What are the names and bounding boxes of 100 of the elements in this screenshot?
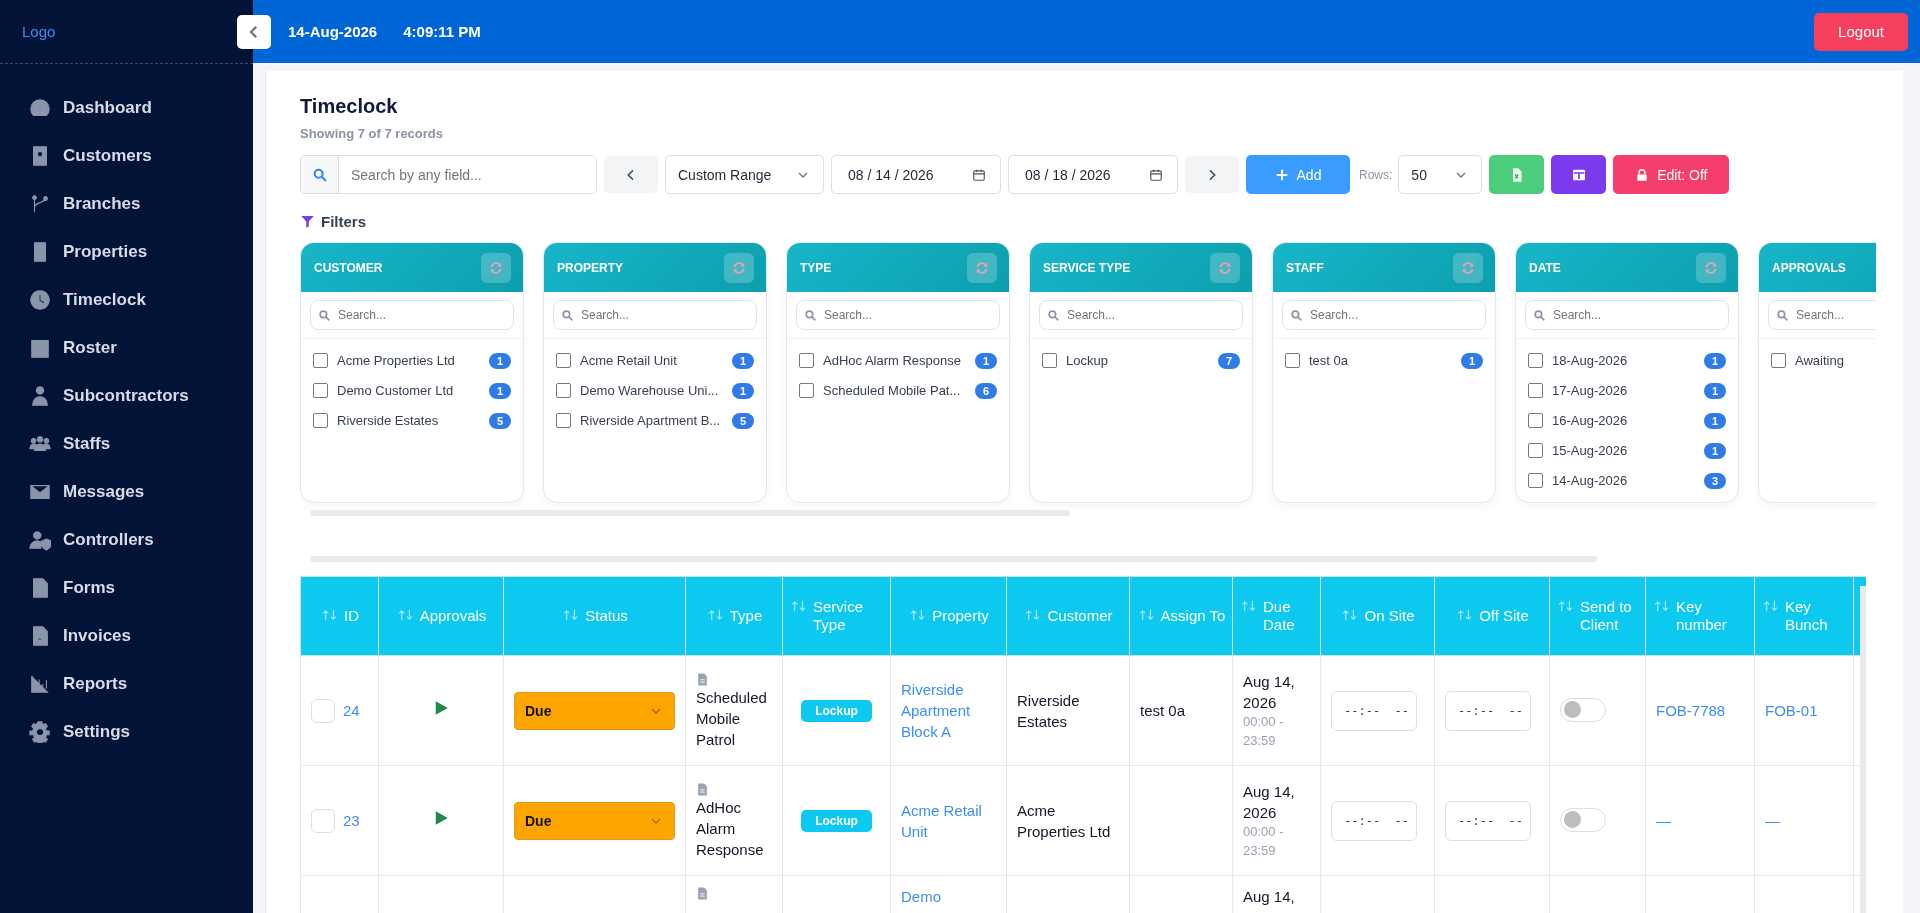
nav-item[interactable]: Timeclock (0, 276, 253, 324)
on-site-time-field[interactable]: --:-- -- (1331, 800, 1417, 841)
nav-item[interactable]: Messages (0, 468, 253, 516)
filter-option[interactable]: 18-Aug-2026 (1552, 353, 1695, 368)
filter-option[interactable]: 15-Aug-2026 (1552, 443, 1695, 458)
filter-search-field[interactable]: Search... (1039, 300, 1243, 330)
calendar-icon (1149, 167, 1163, 182)
filter-option[interactable]: Acme Properties Ltd (337, 353, 480, 368)
checkbox[interactable] (799, 353, 814, 368)
count-badge: 1 (731, 382, 754, 399)
nav-item[interactable]: Customers (0, 132, 253, 180)
filter-option[interactable]: Scheduled Mobile Pat... (823, 383, 966, 398)
checkbox[interactable] (1528, 413, 1543, 428)
refresh-icon (1703, 259, 1719, 276)
filter-option[interactable]: 16-Aug-2026 (1552, 413, 1695, 428)
filter-option[interactable]: Riverside Apartment B... (580, 413, 723, 428)
checkbox[interactable] (1528, 443, 1543, 458)
checkbox[interactable] (313, 413, 328, 428)
end-date-field[interactable]: 08 / 18 / 2026 (1008, 155, 1178, 194)
lock-icon (1635, 167, 1650, 182)
filter-search-field[interactable]: Search... (553, 300, 757, 330)
filter-option[interactable]: Awaiting (1795, 353, 1876, 368)
checkbox[interactable] (313, 383, 328, 398)
service-type-tag: Lockup (801, 699, 872, 723)
edit-toggle-button[interactable]: Edit: Off (1613, 155, 1730, 194)
nav-item[interactable]: Subcontractors (0, 372, 253, 420)
count-badge: 1 (1460, 352, 1483, 369)
status-dropdown[interactable]: Due (514, 801, 675, 840)
filter-search-field[interactable]: Search... (310, 300, 514, 330)
nav-item[interactable]: Forms (0, 564, 253, 612)
filter-option[interactable]: test 0a (1309, 353, 1452, 368)
nav-item[interactable]: Roster (0, 324, 253, 372)
columns-button[interactable] (1551, 155, 1607, 194)
checkbox[interactable] (1528, 383, 1543, 398)
off-site-time-field[interactable]: --:-- -- (1445, 690, 1531, 731)
checkbox[interactable] (1528, 473, 1543, 488)
checkbox[interactable] (313, 353, 328, 368)
nav-item[interactable]: Branches (0, 180, 253, 228)
nav-item[interactable]: Settings (0, 708, 253, 756)
on-site-time-field[interactable]: --:-- -- (1331, 690, 1417, 731)
filter-option[interactable]: Riverside Estates (337, 413, 480, 428)
row-checkbox[interactable] (311, 808, 335, 833)
checkbox[interactable] (1285, 353, 1300, 368)
filter-search-field[interactable]: Search... (1768, 300, 1876, 330)
count-badge: 1 (1703, 442, 1726, 459)
count-badge: 6 (974, 382, 997, 399)
filter-option[interactable]: Lockup (1066, 353, 1209, 368)
rows-dropdown[interactable]: 50 (1398, 155, 1483, 194)
count-badge: 1 (1703, 412, 1726, 429)
refresh-icon (1460, 259, 1476, 276)
toggle-switch[interactable] (1560, 807, 1606, 832)
toggle-switch[interactable] (1560, 697, 1606, 722)
collapse-button[interactable] (237, 14, 271, 49)
filter-search-field[interactable]: Search... (1282, 300, 1486, 330)
filter-option[interactable]: 17-Aug-2026 (1552, 383, 1695, 398)
checkbox[interactable] (556, 413, 571, 428)
filter-option[interactable]: Demo Customer Ltd (337, 383, 480, 398)
range-dropdown[interactable]: Custom Range (665, 155, 824, 194)
start-date-field[interactable]: 08 / 14 / 2026 (831, 155, 1001, 194)
search-icon (1047, 309, 1060, 322)
filter-option[interactable]: Acme Retail Unit (580, 353, 723, 368)
filters-heading: Filters (321, 213, 366, 230)
due-date: Aug 14, 2026 (1243, 782, 1296, 824)
checkbox[interactable] (1528, 353, 1543, 368)
checkbox[interactable] (556, 353, 571, 368)
search-icon (561, 309, 574, 322)
nav-item[interactable]: Properties (0, 228, 253, 276)
nav-item[interactable]: Controllers (0, 516, 253, 564)
checkbox[interactable] (799, 383, 814, 398)
filter-option[interactable]: Demo Warehouse Uni... (580, 383, 723, 398)
filter-title: CUSTOMER (314, 260, 383, 275)
checkbox[interactable] (1771, 353, 1786, 368)
refresh-icon (731, 259, 747, 276)
filter-search-field[interactable]: Search... (1525, 300, 1729, 330)
status-dropdown[interactable]: Due (514, 691, 675, 730)
off-site-time-field[interactable]: --:-- -- (1445, 800, 1531, 841)
nav-item[interactable]: Dashboard (0, 84, 253, 132)
logo-text[interactable]: Logo (22, 23, 56, 40)
nav-item[interactable]: Staffs (0, 420, 253, 468)
logout-button[interactable]: Logout (1814, 12, 1908, 51)
filter-search-field[interactable]: Search... (796, 300, 1000, 330)
nav-item[interactable]: Invoices (0, 612, 253, 660)
checkbox[interactable] (1042, 353, 1057, 368)
search-icon (804, 309, 817, 322)
due-date: Aug 14, 2026 (1243, 672, 1296, 714)
assignee-name: test 0a (1140, 702, 1186, 719)
document-icon (696, 671, 709, 687)
due-date: Aug 14, (1243, 887, 1296, 907)
row-checkbox[interactable] (311, 698, 335, 723)
type-text: Scheduled Mobile Patrol (696, 687, 768, 750)
filter-option[interactable]: AdHoc Alarm Response (823, 353, 966, 368)
filter-option[interactable]: 14-Aug-2026 (1552, 473, 1695, 488)
filter-title: SERVICE TYPE (1043, 260, 1131, 275)
checkbox[interactable] (556, 383, 571, 398)
nav-item[interactable]: Reports (0, 660, 253, 708)
count-badge: 1 (488, 352, 511, 369)
search-field[interactable]: Search by any field... (300, 155, 597, 194)
rows-label: Rows: (1359, 167, 1393, 182)
menu-item-icon (29, 529, 51, 551)
document-icon (696, 886, 709, 901)
